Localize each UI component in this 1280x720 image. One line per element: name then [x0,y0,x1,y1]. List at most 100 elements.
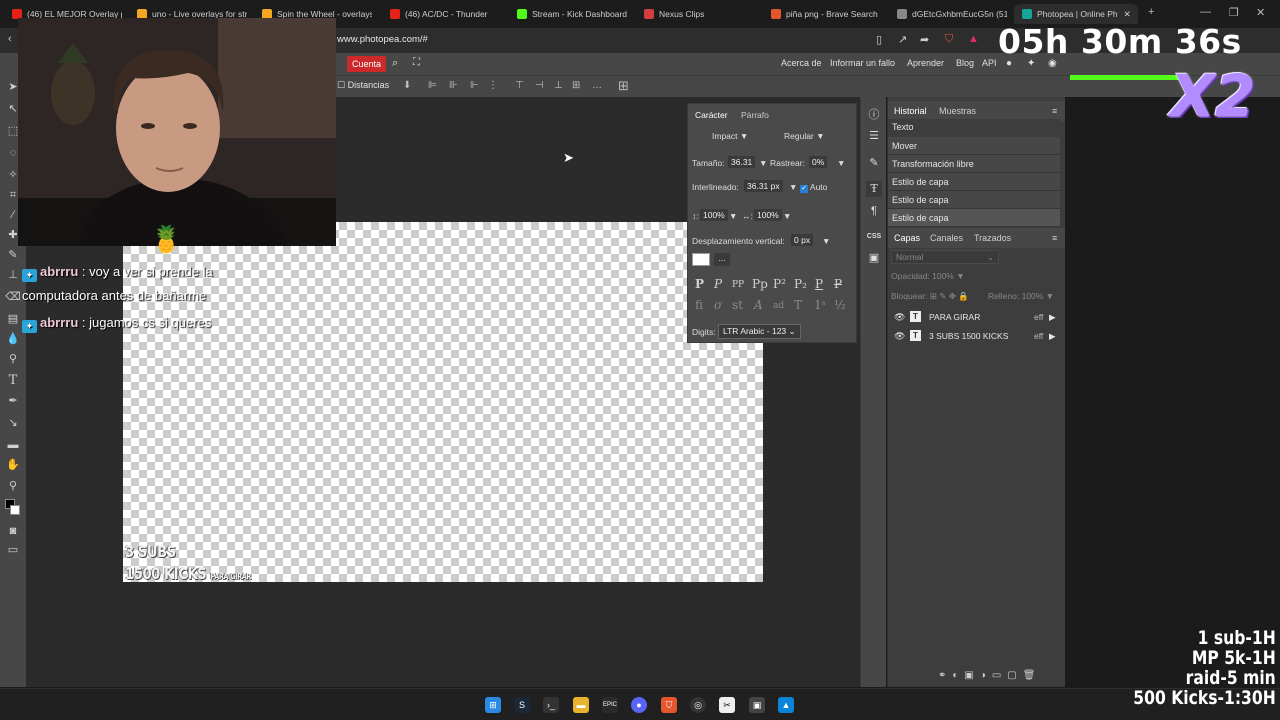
more-options-button[interactable]: ... [714,253,730,266]
swash-icon[interactable]: st [732,298,743,312]
digits-select[interactable]: LTR Arabic - 123 ⌄ [718,324,801,339]
tab-history[interactable]: Historial [894,106,927,116]
account-button[interactable]: Cuenta [347,56,387,72]
report-bug-link[interactable]: Informar un fallo [830,58,895,68]
layer-footer-icons[interactable]: ⚭◐▣◑▭▢🗑 [938,670,1042,681]
layer-name[interactable]: 3 SUBS 1500 KICKS [929,331,1008,341]
tab-character[interactable]: Carácter [695,110,728,120]
learn-link[interactable]: Aprender [907,58,944,68]
start-icon[interactable]: ⊞ [485,697,501,713]
align-bottom-icon[interactable]: ⊥ [554,80,563,91]
folder-icon[interactable]: ▬ [573,697,589,713]
browser-tab-active[interactable]: Photopea | Online Ph ✕ [1014,4,1138,24]
expand-arrow-icon[interactable]: ▶ [1049,331,1056,342]
distribute-horizontal-icon[interactable]: ⊞ [572,80,580,91]
faux-bold-icon[interactable]: P [695,277,704,291]
horizontal-scale-field[interactable]: 100% [754,209,782,221]
panel-menu-icon[interactable]: ≡ [1052,233,1057,243]
brush-panel-icon[interactable]: ✎ [866,155,882,171]
strikethrough-icon[interactable]: P [834,277,842,291]
api-link[interactable]: API [982,58,997,68]
search-icon[interactable]: ⌕ [392,57,398,70]
terminal-icon[interactable]: ›_ [543,697,559,713]
about-link[interactable]: Acerca de [781,58,822,68]
history-item[interactable]: Mover [888,137,1060,155]
tab-swatches[interactable]: Muestras [939,106,976,116]
layer-fx-label[interactable]: eff [1034,312,1043,322]
layer-row[interactable]: 👁 T PARA GIRAR eff ▶ [888,308,1060,327]
paragraph-panel-icon[interactable]: ¶ [866,203,882,219]
tab-paragraph[interactable]: Párrafo [741,110,769,120]
screen-mode-icon[interactable]: ▭ [5,542,21,558]
all-caps-icon[interactable]: PP [732,280,744,290]
history-item[interactable]: Texto [888,119,1060,137]
maximize-icon[interactable]: ❐ [1229,6,1239,19]
close-tab-icon[interactable]: ✕ [1124,9,1131,20]
send-icon[interactable]: ➦ [920,33,929,46]
shape-tool-icon[interactable]: ▬ [5,437,21,453]
align-center-icon[interactable]: ⊪ [449,80,458,91]
discord-icon[interactable]: ● [631,697,647,713]
download-icon[interactable]: ⬇ [403,80,411,91]
chevron-down-icon[interactable]: ▼ [822,236,830,246]
lock-controls[interactable]: Bloquear: ⊞ ✎ ✥ 🔒 [891,291,969,302]
underline-icon[interactable]: P [815,277,823,291]
browser-tab[interactable]: (46) AC/DC - Thunder [390,4,500,24]
dodge-tool-icon[interactable]: ⚲ [5,351,21,367]
tracking-field[interactable]: 0% [809,156,828,168]
brave-shield-icon[interactable]: ⛉ [945,33,953,46]
ordinal-icon[interactable]: 1ˢ [814,298,826,312]
pen-tool-icon[interactable]: ✒ [5,393,21,409]
epic-games-icon[interactable]: EPIC [602,697,618,713]
history-item[interactable]: Estilo de capa [888,173,1060,191]
baseline-field[interactable]: 0 px [791,234,814,246]
layer-name[interactable]: PARA GIRAR [929,312,980,322]
properties-icon[interactable]: ☰ [866,128,882,144]
obs-icon[interactable]: ◎ [690,697,706,713]
image-icon[interactable]: ▣ [866,250,882,266]
gradient-tool-icon[interactable]: ▤ [5,311,21,327]
brave-icon[interactable]: ⛉ [661,697,677,713]
browser-tab[interactable]: piña png - Brave Search [771,4,881,24]
tab-layers[interactable]: Capas [894,233,920,243]
app-icon[interactable]: ▣ [749,697,765,713]
browser-tab[interactable]: Stream - Kick Dashboard [517,4,627,24]
layer-fx-label[interactable]: eff [1034,331,1043,341]
brush-tool-icon[interactable]: ✎ [5,247,21,263]
bookmark-icon[interactable]: ▯ [876,33,882,46]
history-item-current[interactable]: Estilo de capa [888,209,1060,227]
superscript-icon[interactable]: P² [773,277,786,291]
distribute-icon[interactable]: ⋮ [488,80,498,91]
old-style-icon[interactable]: σ [714,298,722,312]
chevron-down-icon[interactable]: ▼ [729,211,737,221]
eye-icon[interactable]: 👁 [894,331,905,342]
close-window-icon[interactable]: ✕ [1256,6,1265,19]
browser-tab[interactable]: Nexus Clips [644,4,754,24]
size-field[interactable]: 36.31 [728,156,756,168]
layer-row[interactable]: 👁 T 3 SUBS 1500 KICKS eff ▶ [888,327,1060,346]
ligatures-icon[interactable]: ﬁ [695,298,703,312]
opacity-control[interactable]: Opacidad: 100% ▼ [891,271,965,281]
steam-icon[interactable]: S [514,697,530,713]
fill-control[interactable]: Relleno: 100% ▼ [988,291,1054,301]
faux-italic-icon[interactable]: P [714,277,722,291]
document-canvas[interactable]: 3 SUBS 1500 KICKS PARA GIRAR [123,222,763,583]
small-caps-icon[interactable]: Pp [752,277,768,291]
titling-icon[interactable]: A [754,298,763,312]
history-item[interactable]: Transformación libre [888,155,1060,173]
blog-link[interactable]: Blog [956,58,974,68]
align-middle-icon[interactable]: ⊣ [535,80,544,91]
align-top-icon[interactable]: ⊤ [515,80,524,91]
fullscreen-icon[interactable]: ⛶ [413,57,420,68]
url-field[interactable]: www.photopea.com/# [337,34,428,45]
back-icon[interactable]: ‹ [8,33,12,45]
capcut-icon[interactable]: ✂ [719,697,735,713]
font-style-select[interactable]: Regular ▼ [784,131,825,141]
path-select-tool-icon[interactable]: ↘ [5,415,21,431]
align-right-icon[interactable]: ⊩ [470,80,479,91]
expand-arrow-icon[interactable]: ▶ [1049,312,1056,323]
chevron-down-icon[interactable]: ▼ [837,158,845,168]
tab-paths[interactable]: Trazados [974,233,1011,243]
history-item[interactable]: Estilo de capa [888,191,1060,209]
ordinals-icon[interactable]: T [794,298,802,312]
